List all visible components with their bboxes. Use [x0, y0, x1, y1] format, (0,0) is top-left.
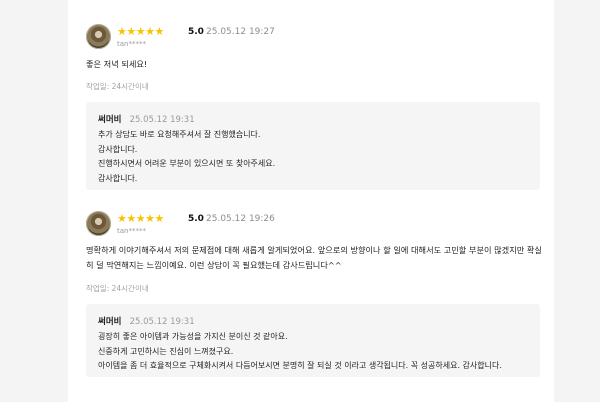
star-rating: ★★★★★	[117, 25, 164, 38]
reply-line: 신중하게 고민하시는 진심이 느껴졌구요.	[98, 346, 234, 356]
rating-score: 5.0	[188, 27, 204, 37]
reviewer-name: tan*****	[117, 40, 146, 48]
reply-author: 써머비	[98, 317, 122, 327]
reply-line: 굉장히 좋은 아이템과 가능성을 가지신 분이신 것 같아요.	[98, 332, 288, 341]
star-rating: ★★★★★	[117, 212, 164, 225]
reply-line: 감사합니다.	[98, 144, 138, 154]
avatar[interactable]	[86, 211, 111, 236]
review-item: ★★★★★ 5.0 25.05.12 19:27 tan***** 좋은 저녁 …	[86, 24, 540, 190]
review-item: ★★★★★ 5.0 25.05.12 19:26 tan***** 명확하게 이…	[86, 211, 542, 377]
avatar[interactable]	[86, 24, 111, 49]
review-header: ★★★★★ 5.0 25.05.12 19:26 tan*****	[86, 211, 540, 237]
seller-reply: 써머비 25.05.12 19:31 추가 상담도 바로 요청해주셔서 잘 진행…	[86, 102, 540, 190]
review-list: ★★★★★ 5.0 25.05.12 19:27 tan***** 좋은 저녁 …	[68, 0, 554, 402]
review-date: 25.05.12 19:27	[206, 27, 275, 37]
review-text: 명확하게 이야기해주셔서 저의 문제점에 대해 새롭게 알게되었어요. 앞으로의…	[86, 245, 542, 270]
reply-author: 써머비	[98, 115, 122, 125]
review-date: 25.05.12 19:26	[206, 214, 275, 224]
reply-text: 추가 상담도 바로 요청해주셔서 잘 진행했습니다. 감사합니다. 진행하시면서…	[98, 128, 534, 186]
work-period: 작업일: 24시간이내	[86, 82, 149, 91]
reviewer-name: tan*****	[117, 227, 146, 235]
rating-score: 5.0	[188, 214, 204, 224]
seller-reply: 써머비 25.05.12 19:31 굉장히 좋은 아이템과 가능성을 가지신 …	[86, 304, 540, 377]
reply-date: 25.05.12 19:31	[129, 115, 195, 125]
work-period: 작업일: 24시간이내	[86, 284, 149, 293]
reply-header: 써머비 25.05.12 19:31	[98, 111, 195, 126]
reply-header: 써머비 25.05.12 19:31	[98, 313, 195, 328]
review-header: ★★★★★ 5.0 25.05.12 19:27 tan*****	[86, 24, 540, 50]
reply-line: 추가 상담도 바로 요청해주셔서 잘 진행했습니다.	[98, 130, 261, 139]
reply-text: 굉장히 좋은 아이템과 가능성을 가지신 분이신 것 같아요. 신중하게 고민하…	[98, 330, 534, 374]
reply-date: 25.05.12 19:31	[129, 317, 195, 327]
reply-line: 아이템을 좀 더 효율적으로 구체화시켜서 다듬어보시면 분명히 잘 되실 것 …	[98, 361, 502, 370]
reply-line: 진행하시면서 어려운 부분이 있으시면 또 찾아주세요.	[98, 159, 276, 168]
reply-line: 감사합니다.	[98, 173, 138, 183]
review-text: 좋은 저녁 되세요!	[86, 59, 148, 69]
